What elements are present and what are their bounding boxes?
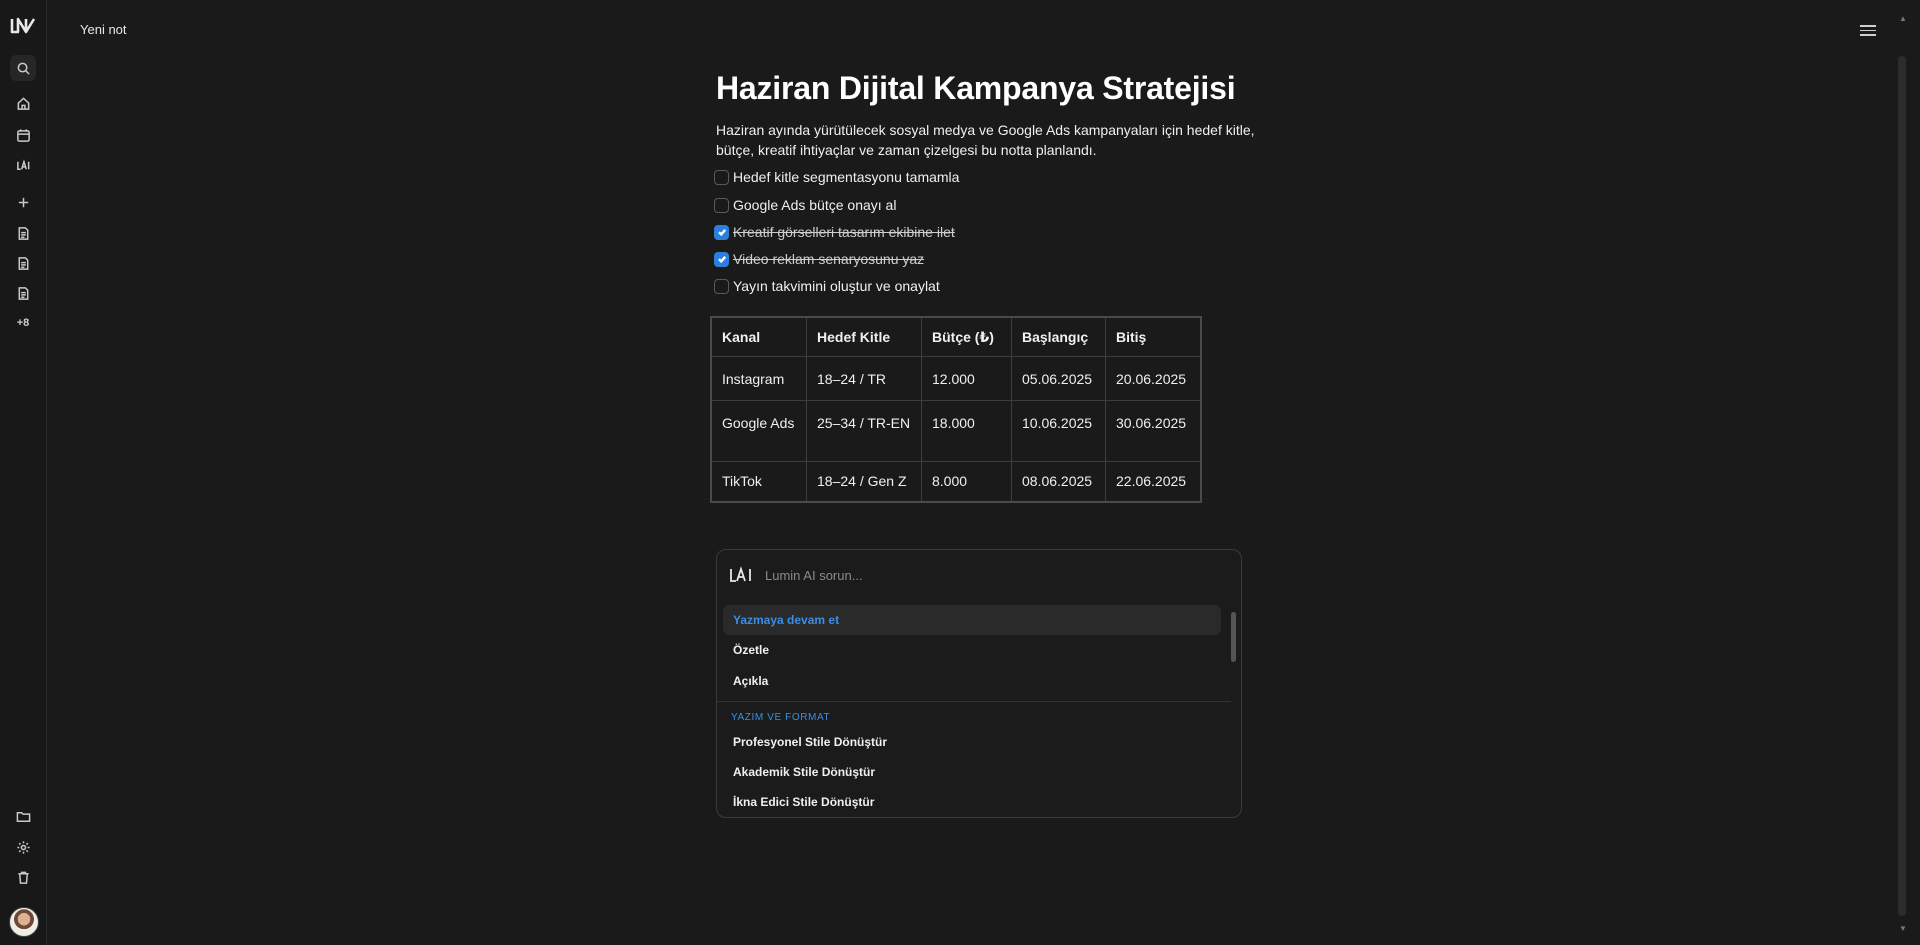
ai-command-panel: Yazmaya devam et Özetle Açıkla YAZIM VE … (716, 549, 1242, 818)
check-icon (717, 256, 726, 264)
note-tab-title[interactable]: Yeni not (80, 22, 127, 37)
window-scrollbar[interactable] (1898, 56, 1906, 916)
ai-option-summarize[interactable]: Özetle (723, 635, 1221, 665)
todo-checkbox[interactable] (714, 278, 729, 294)
table-cell[interactable]: 05.06.2025 (1011, 356, 1106, 401)
table-cell[interactable]: Google Ads (710, 400, 807, 462)
table-header[interactable]: Bütçe (₺) (921, 316, 1012, 357)
ai-section-title: YAZIM VE FORMAT (731, 712, 831, 723)
table-row: TikTok 18–24 / Gen Z 8.000 08.06.2025 22… (710, 461, 1202, 502)
table-cell[interactable]: 25–34 / TR-EN (806, 400, 922, 462)
todo-item: Yayın takvimini oluştur ve onaylat (714, 278, 940, 294)
user-avatar[interactable] (9, 907, 39, 937)
table-cell[interactable]: 18–24 / TR (806, 356, 922, 401)
check-icon (717, 229, 726, 237)
table-header[interactable]: Başlangıç (1011, 316, 1106, 357)
todo-label[interactable]: Hedef kitle segmentasyonu tamamla (733, 169, 959, 185)
sidebar: +8 (0, 0, 47, 945)
app-logo[interactable] (10, 16, 36, 36)
trash-icon[interactable] (10, 864, 36, 890)
todo-label[interactable]: Kreatif görselleri tasarım ekibine ilet (733, 224, 955, 240)
add-note-icon[interactable] (10, 189, 36, 215)
table-cell[interactable]: 18.000 (921, 400, 1012, 462)
table-cell[interactable]: Instagram (710, 356, 807, 401)
todo-checkbox[interactable] (714, 251, 729, 267)
folder-icon[interactable] (10, 803, 36, 829)
note-icon[interactable] (10, 250, 36, 276)
table-cell[interactable]: 08.06.2025 (1011, 461, 1106, 502)
table-row: Google Ads 25–34 / TR-EN 18.000 10.06.20… (710, 400, 1202, 462)
scroll-down-arrow[interactable]: ▼ (1899, 924, 1907, 933)
scroll-up-arrow[interactable]: ▲ (1899, 14, 1907, 23)
table-cell[interactable]: 10.06.2025 (1011, 400, 1106, 462)
table-cell[interactable]: 30.06.2025 (1105, 400, 1202, 462)
table-header[interactable]: Kanal (710, 316, 807, 357)
ai-option-persuasive-style[interactable]: İkna Edici Stile Dönüştür (723, 787, 1221, 817)
menu-icon[interactable] (1860, 22, 1876, 38)
todo-label[interactable]: Yayın takvimini oluştur ve onaylat (733, 278, 940, 294)
note-icon[interactable] (10, 280, 36, 306)
table-cell[interactable]: TikTok (710, 461, 807, 502)
todo-item: Video reklam senaryosunu yaz (714, 251, 924, 267)
calendar-icon[interactable] (10, 122, 36, 148)
table-cell[interactable]: 8.000 (921, 461, 1012, 502)
campaign-table: Kanal Hedef Kitle Bütçe (₺) Başlangıç Bi… (710, 316, 1202, 503)
todo-item: Google Ads bütçe onayı al (714, 197, 896, 213)
page-title[interactable]: Haziran Dijital Kampanya Stratejisi (716, 70, 1236, 107)
todo-item: Kreatif görselleri tasarım ekibine ilet (714, 224, 955, 240)
ai-logo-icon (730, 566, 751, 582)
table-cell[interactable]: 18–24 / Gen Z (806, 461, 922, 502)
table-header[interactable]: Hedef Kitle (806, 316, 922, 357)
more-notes-button[interactable]: +8 (10, 310, 36, 336)
settings-icon[interactable] (10, 834, 36, 860)
table-cell[interactable]: 12.000 (921, 356, 1012, 401)
ai-panel-scrollbar[interactable] (1231, 602, 1237, 812)
page-description[interactable]: Haziran ayında yürütülecek sosyal medya … (716, 120, 1256, 160)
note-icon[interactable] (10, 220, 36, 246)
ai-icon[interactable] (10, 152, 36, 178)
todo-item: Hedef kitle segmentasyonu tamamla (714, 169, 959, 185)
todo-checkbox[interactable] (714, 169, 729, 185)
todo-checkbox[interactable] (714, 224, 729, 240)
ai-option-explain[interactable]: Açıkla (723, 666, 1221, 696)
table-header-row: Kanal Hedef Kitle Bütçe (₺) Başlangıç Bi… (710, 316, 1202, 357)
todo-label[interactable]: Google Ads bütçe onayı al (733, 197, 896, 213)
table-cell[interactable]: 20.06.2025 (1105, 356, 1202, 401)
ai-option-academic-style[interactable]: Akademik Stile Dönüştür (723, 757, 1221, 787)
ai-prompt-input[interactable] (765, 566, 1185, 584)
table-header[interactable]: Bitiş (1105, 316, 1202, 357)
divider (717, 701, 1231, 702)
table-cell[interactable]: 22.06.2025 (1105, 461, 1202, 502)
ai-option-continue-writing[interactable]: Yazmaya devam et (723, 605, 1221, 635)
todo-label[interactable]: Video reklam senaryosunu yaz (733, 251, 924, 267)
home-icon[interactable] (10, 90, 36, 116)
table-row: Instagram 18–24 / TR 12.000 05.06.2025 2… (710, 356, 1202, 401)
todo-checkbox[interactable] (714, 197, 729, 213)
search-icon[interactable] (10, 55, 36, 81)
ai-option-professional-style[interactable]: Profesyonel Stile Dönüştür (723, 727, 1221, 757)
